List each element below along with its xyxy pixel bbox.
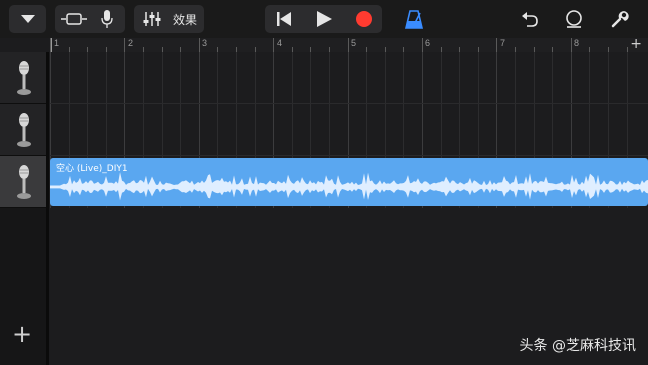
go-to-beginning-icon	[277, 12, 291, 26]
ruler-tick	[199, 38, 200, 52]
add-track-button[interactable]: +	[12, 322, 32, 346]
add-section-button[interactable]: +	[630, 36, 642, 52]
undo-button[interactable]	[516, 5, 544, 33]
metronome-icon	[405, 10, 423, 29]
ruler-tick	[273, 38, 274, 52]
microphone-icon	[17, 112, 31, 147]
bar-number: 6	[425, 38, 431, 48]
settings-button[interactable]	[606, 5, 634, 33]
loop-button[interactable]	[560, 5, 588, 33]
track-lane-1[interactable]	[50, 52, 648, 104]
tracks-area[interactable]: 空心 (Live)_DIY1	[50, 52, 648, 365]
browser-menu-button[interactable]	[9, 5, 46, 33]
transport-controls	[265, 5, 382, 33]
mixer-button[interactable]	[136, 5, 168, 33]
track-header-3[interactable]	[0, 156, 48, 208]
microphone-icon	[17, 60, 31, 95]
microphone-icon	[101, 10, 113, 28]
ruler-tick	[422, 38, 423, 52]
tracks-view-icon	[61, 13, 87, 25]
effects-label: 效果	[172, 12, 197, 27]
ruler-tick	[571, 38, 572, 52]
bar-number: 2	[128, 38, 134, 48]
track-lane-2[interactable]	[50, 104, 648, 156]
ruler-tick	[124, 38, 125, 52]
track-header-2[interactable]	[0, 104, 48, 156]
wrench-icon	[611, 11, 629, 28]
track-view-button[interactable]	[57, 5, 91, 33]
ruler-tick	[348, 38, 349, 52]
view-controls	[55, 5, 125, 33]
watermark-text: 头条 @芝麻科技讯	[519, 338, 636, 354]
bar-number: 4	[277, 38, 283, 48]
bar-number: 8	[574, 38, 580, 48]
chevron-down-icon	[9, 5, 46, 33]
instrument-button[interactable]	[91, 5, 123, 33]
undo-icon	[522, 12, 538, 27]
sliders-icon	[143, 12, 161, 26]
record-button[interactable]	[345, 5, 383, 33]
ruler-tick	[496, 38, 497, 52]
record-icon	[356, 11, 372, 27]
bar-number: 1	[54, 38, 60, 48]
waveform	[50, 172, 648, 201]
ruler-tick	[50, 38, 51, 52]
track-headers: +	[0, 52, 48, 365]
control-bar: 效果	[0, 0, 648, 38]
metronome-button[interactable]	[400, 5, 428, 33]
play-button[interactable]	[305, 5, 343, 33]
play-icon	[317, 11, 332, 27]
effects-button[interactable]: 效果	[168, 5, 202, 33]
microphone-icon	[17, 164, 31, 199]
track-header-divider	[46, 52, 49, 365]
rewind-button[interactable]	[265, 5, 303, 33]
timeline-ruler[interactable]: 1 2 3 4 5 6 7 8 +	[50, 36, 648, 52]
loop-icon	[566, 10, 582, 28]
bar-number: 5	[351, 38, 357, 48]
mixer-controls: 效果	[134, 5, 204, 33]
track-header-1[interactable]	[0, 52, 48, 104]
bar-number: 3	[202, 38, 208, 48]
audio-region[interactable]: 空心 (Live)_DIY1	[50, 158, 648, 206]
bar-number: 7	[500, 38, 506, 48]
